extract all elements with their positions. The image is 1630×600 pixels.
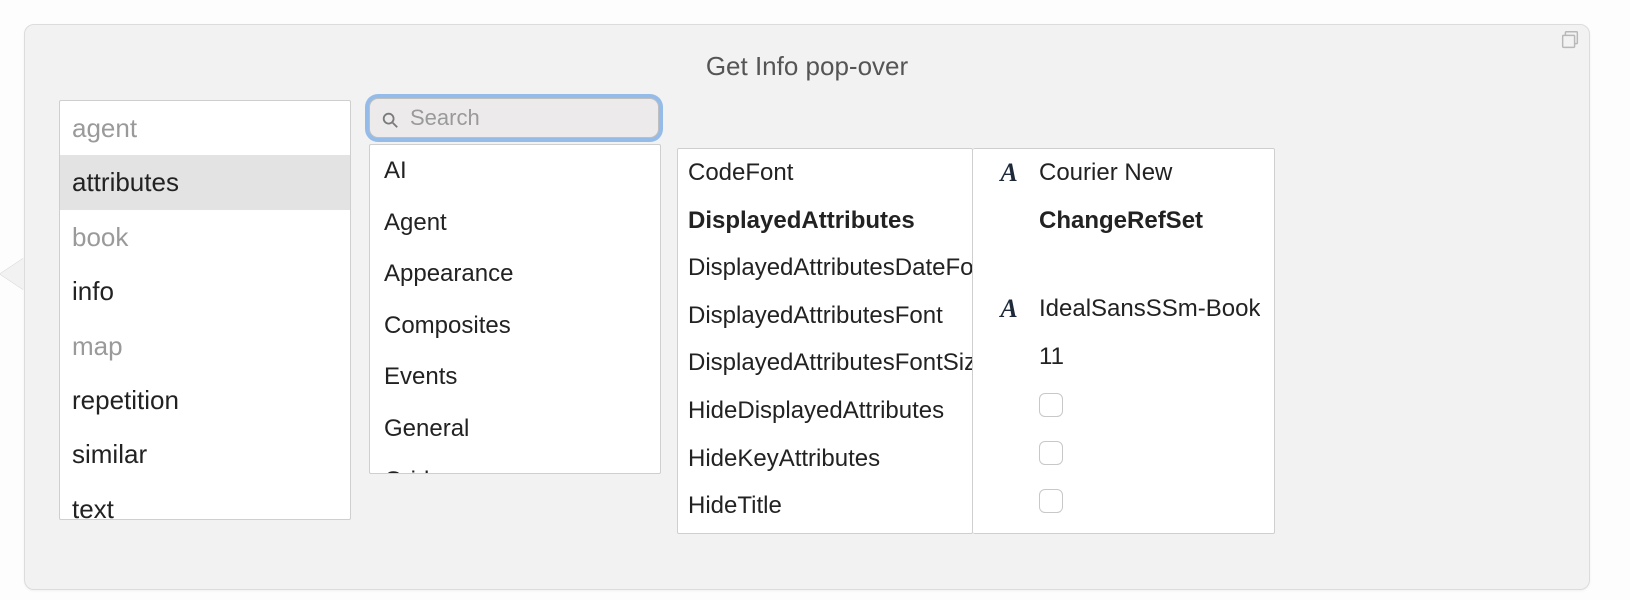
search-field-wrap bbox=[369, 98, 659, 138]
list-item[interactable]: DisplayedAttributesDateFor bbox=[678, 244, 972, 292]
list-item[interactable]: HideKeyAttributes bbox=[678, 435, 972, 483]
popover-pointer bbox=[0, 258, 24, 290]
list-item[interactable]: Agent bbox=[370, 197, 660, 249]
list-item[interactable]: book bbox=[60, 210, 350, 264]
list-item[interactable]: HideTitle bbox=[678, 482, 972, 530]
list-item[interactable]: DisplayedAttributesFontSiz bbox=[678, 339, 972, 387]
list-item[interactable]: KeyAttributeDateFormat bbox=[678, 530, 972, 534]
left-suggestion-list[interactable]: agent attributes book info map repetitio… bbox=[59, 100, 351, 520]
value-row[interactable] bbox=[973, 381, 1274, 429]
search-input[interactable] bbox=[369, 98, 659, 138]
checkbox[interactable] bbox=[1039, 489, 1063, 513]
list-item[interactable]: DisplayedAttributes bbox=[678, 197, 972, 245]
list-item[interactable]: DisplayedAttributesFont bbox=[678, 292, 972, 340]
value-text: ChangeRefSet bbox=[1039, 207, 1260, 235]
list-item[interactable]: text bbox=[60, 482, 350, 520]
font-type-icon: A bbox=[995, 294, 1023, 324]
checkbox[interactable] bbox=[1039, 393, 1063, 417]
panel-title: Get Info pop-over bbox=[25, 51, 1589, 82]
list-item[interactable]: info bbox=[60, 264, 350, 318]
value-row[interactable] bbox=[973, 429, 1274, 477]
list-item[interactable]: agent bbox=[60, 101, 350, 155]
list-item[interactable]: Events bbox=[370, 351, 660, 403]
list-item[interactable]: attributes bbox=[60, 155, 350, 209]
list-item[interactable]: similar bbox=[60, 427, 350, 481]
checkbox[interactable] bbox=[1039, 441, 1063, 465]
list-item[interactable]: Grid bbox=[370, 455, 660, 474]
list-item[interactable]: map bbox=[60, 319, 350, 373]
list-item[interactable]: repetition bbox=[60, 373, 350, 427]
attribute-name-list[interactable]: CodeFont DisplayedAttributes DisplayedAt… bbox=[677, 148, 973, 534]
value-row[interactable]: ChangeRefSet bbox=[973, 197, 1274, 245]
value-text: 11 bbox=[1039, 343, 1260, 371]
list-item[interactable]: Composites bbox=[370, 300, 660, 352]
value-text: IdealSansSSm-Book bbox=[1039, 295, 1260, 323]
value-row[interactable] bbox=[973, 477, 1274, 525]
list-item[interactable]: AI bbox=[370, 145, 660, 197]
value-text: Courier New bbox=[1039, 159, 1260, 187]
attribute-value-list: A Courier New ChangeRefSet A IdealSansSS… bbox=[973, 148, 1275, 534]
get-info-popover: Get Info pop-over agent attributes book … bbox=[24, 24, 1590, 590]
value-row[interactable]: A IdealSansSSm-Book bbox=[973, 285, 1274, 333]
category-list[interactable]: AI Agent Appearance Composites Events Ge… bbox=[369, 144, 661, 474]
copy-icon[interactable] bbox=[1559, 29, 1581, 51]
list-item[interactable]: Appearance bbox=[370, 248, 660, 300]
list-item[interactable]: General bbox=[370, 403, 660, 455]
list-item[interactable]: HideDisplayedAttributes bbox=[678, 387, 972, 435]
list-item[interactable]: CodeFont bbox=[678, 149, 972, 197]
value-row[interactable]: A Courier New bbox=[973, 149, 1274, 197]
value-row[interactable]: 11 bbox=[973, 333, 1274, 381]
font-type-icon: A bbox=[995, 158, 1023, 188]
